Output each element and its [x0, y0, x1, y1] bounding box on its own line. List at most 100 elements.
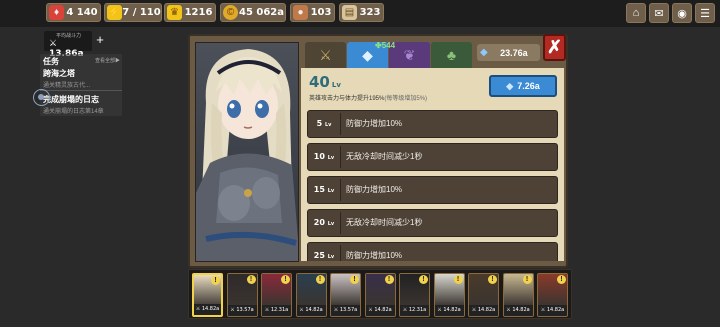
scroll-counter[interactable]: ▤ 323 [339, 3, 384, 22]
alert-icon: ! [350, 275, 359, 284]
close-icon: ✗ [546, 37, 563, 57]
hero-card[interactable]: ! ⚔ 14.82a [502, 273, 534, 317]
quest-title[interactable]: 完成崩塌的日志 [43, 94, 99, 105]
quest-divider [40, 90, 122, 91]
hero-card[interactable]: ! ⚔ 13.57a [226, 273, 258, 317]
hero-power: ⚔ 13.57a [331, 305, 360, 316]
hero-card[interactable]: ! ⚔ 12.31a [261, 273, 292, 317]
level-reward-row: 5 Lv 防御力增加10% [307, 110, 558, 138]
alert-icon: ! [211, 276, 220, 285]
level-reward-row: 20 Lv 无敌冷却时间减少1秒 [307, 209, 558, 237]
hero-power: ⚔ 13.57a [227, 305, 257, 316]
energy-counter[interactable]: ⚡ 7 / 110 [104, 3, 162, 22]
alert-icon: ! [522, 275, 532, 284]
gold-coin-icon: © [223, 5, 238, 20]
scroll-icon: ▤ [342, 5, 357, 20]
upgrade-cost: 7.26a [517, 81, 540, 91]
camera-icon: ◉ [677, 7, 687, 20]
current-level: 40 Lv [309, 73, 341, 91]
hero-portrait-art [196, 49, 298, 261]
tab-wings[interactable]: ❦ [389, 42, 430, 68]
alert-icon: ! [315, 275, 325, 284]
current-level-value: 40 [309, 73, 330, 91]
hero-power: ⚔ 14.82a [434, 305, 464, 316]
reward-description: 防御力增加10% [346, 119, 403, 128]
home-icon: ⌂ [632, 7, 640, 19]
level-reward-row: 15 Lv 防御力增加10% [307, 176, 558, 204]
crossed-swords-icon: ⚔ [319, 46, 332, 63]
reward-description: 无敌冷却时间减少1秒 [346, 152, 423, 161]
meat-icon: ● [293, 5, 308, 20]
bonus-description-text: 英雄攻击力与体力提升195% [309, 96, 385, 102]
gem-counter-value: 23.76a [500, 47, 528, 58]
menu-icon: ☰ [700, 7, 710, 20]
reward-level: 10 Lv [313, 152, 335, 161]
hero-power: ⚔ 12.31a [262, 305, 291, 316]
reward-description: 防御力增加10% [346, 251, 403, 260]
ruby-counter[interactable]: ♦ 4 140 [46, 3, 101, 22]
hero-card[interactable]: ! ⚔ 14.82a [364, 273, 396, 317]
alert-icon: ! [488, 275, 497, 284]
floating-assist-button[interactable] [33, 89, 50, 106]
hero-power: ⚔ 14.82a [469, 305, 498, 316]
hero-power: ⚔ 14.82a [365, 305, 395, 316]
power-label: 平均战斗力 [56, 33, 82, 39]
gem-icon: ◆ [506, 80, 514, 91]
quest-header: 任务 [43, 57, 59, 66]
meat-counter[interactable]: ● 103 [290, 3, 335, 22]
level-reward-row: 10 Lv 无敌冷却时间减少1秒 [307, 143, 558, 171]
tab-bag[interactable]: ♣ [431, 42, 472, 68]
level-badge-value: 544 [381, 41, 396, 50]
alert-icon: ! [557, 275, 566, 284]
alert-icon: ! [384, 275, 394, 284]
close-button[interactable]: ✗ [543, 34, 566, 61]
hero-card[interactable]: ! ⚔ 14.82a [295, 273, 327, 317]
level-reward-row: 25 Lv 防御力增加10% [307, 242, 558, 261]
quest-view-all-link[interactable]: 查看全部▶ [95, 57, 120, 64]
add-button[interactable]: + [94, 33, 106, 46]
menu-button[interactable]: ☰ [695, 3, 715, 23]
hero-power: ⚔ 14.82a [503, 305, 533, 316]
hero-portrait [195, 42, 299, 262]
upgrade-content: 40 Lv 英雄攻击力与体力提升195%(每等级增加5%) ◆ 7.26a 5 L… [301, 68, 564, 261]
camera-button[interactable]: ◉ [672, 3, 692, 23]
gold-value: 45 062a [238, 7, 285, 18]
energy-icon: ⚡ [107, 5, 122, 20]
tab-weapon[interactable]: ⚔ [305, 42, 346, 68]
gold-counter[interactable]: © 45 062a [220, 3, 286, 22]
upgrade-button[interactable]: ◆ 7.26a [489, 75, 557, 97]
current-level-unit: Lv [331, 81, 341, 89]
hero-card[interactable]: ! ⚔ 13.57a [330, 273, 361, 317]
bonus-description: 英雄攻击力与体力提升195%(每等级增加5%) [309, 93, 427, 102]
reward-level: 5 Lv [316, 119, 332, 128]
quest-title[interactable]: 跨海之塔 [43, 68, 75, 79]
hero-card[interactable]: ! ⚔ 14.82a [537, 273, 568, 317]
quest-subtitle: 通关精灵族古代... [43, 83, 91, 89]
hero-card[interactable]: ! ⚔ 14.82a [433, 273, 465, 317]
hero-card[interactable]: ! ⚔ 14.82a [468, 273, 499, 317]
hero-card[interactable]: ! ⚔ 14.82a [192, 273, 223, 317]
wing-icon: ❦ [403, 46, 416, 63]
mail-button[interactable]: ✉ [649, 3, 669, 23]
reward-level: 15 Lv [313, 185, 335, 194]
bonus-note: (每等级增加5%) [384, 96, 428, 102]
gem-small-icon: ◆ [480, 47, 488, 58]
reward-level: 20 Lv [313, 218, 335, 227]
alert-icon: ! [419, 275, 428, 284]
home-button[interactable]: ⌂ [626, 3, 646, 23]
alert-icon: ! [453, 275, 463, 284]
hero-power: ⚔ 12.31a [400, 305, 429, 316]
scroll-value: 323 [359, 7, 381, 18]
trophy-counter[interactable]: ♛ 1216 [164, 3, 216, 22]
alert-icon: ! [246, 275, 256, 284]
reward-description: 无敌冷却时间减少1秒 [346, 218, 423, 227]
top-bar: ♦ 4 140 ⚡ 7 / 110 ♛ 1216 © 45 062a ● 103… [0, 0, 720, 27]
hero-card[interactable]: ! ⚔ 12.31a [399, 273, 430, 317]
alert-icon: ! [281, 275, 290, 284]
gem-icon: ◆ [362, 46, 373, 63]
ruby-icon: ♦ [49, 5, 64, 20]
reward-description: 防御力增加10% [346, 185, 403, 194]
hero-power: ⚔ 14.82a [296, 305, 326, 316]
gem-counter: ◆ 23.76a [477, 44, 540, 61]
quest-subtitle: 通关崩塌的日志第14章 [43, 109, 104, 115]
